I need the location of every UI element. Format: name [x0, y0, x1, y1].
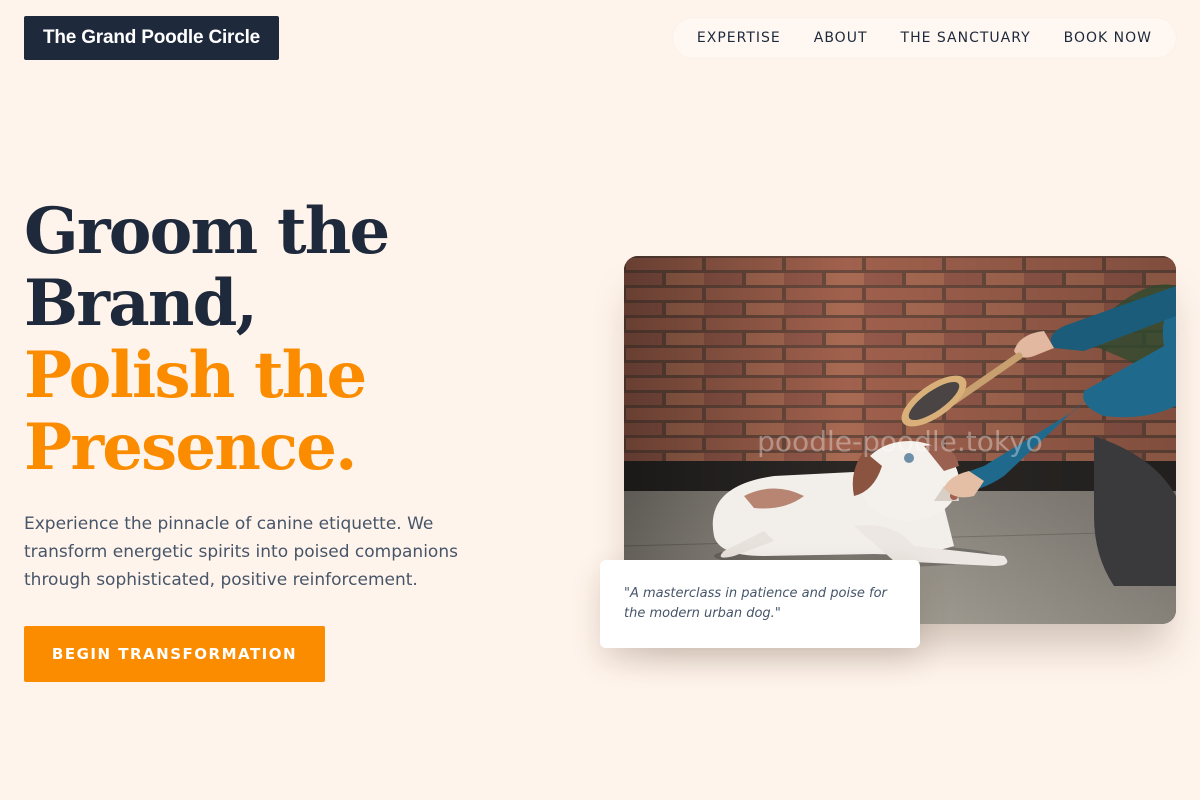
- image-watermark: poodle-poodle.tokyo: [757, 425, 1043, 458]
- hero-description: Experience the pinnacle of canine etique…: [24, 514, 458, 590]
- begin-transformation-button[interactable]: BEGIN TRANSFORMATION: [24, 626, 325, 682]
- headline-line-2: Brand,: [24, 266, 258, 341]
- main-nav: EXPERTISE ABOUT THE SANCTUARY BOOK NOW: [672, 18, 1176, 58]
- nav-book-now[interactable]: BOOK NOW: [1064, 30, 1152, 46]
- testimonial-quote: "A masterclass in patience and poise for…: [624, 586, 887, 621]
- headline-line-4: Presence.: [24, 410, 357, 485]
- headline-line-1: Groom the: [24, 194, 390, 269]
- nav-expertise[interactable]: EXPERTISE: [697, 30, 781, 46]
- headline-line-3: Polish the: [24, 338, 367, 413]
- testimonial-card: "A masterclass in patience and poise for…: [600, 560, 920, 648]
- brand-logo[interactable]: The Grand Poodle Circle: [24, 16, 279, 60]
- nav-sanctuary[interactable]: THE SANCTUARY: [901, 30, 1031, 46]
- nav-about[interactable]: ABOUT: [814, 30, 868, 46]
- hero-headline: Groom the Brand, Polish the Presence.: [24, 194, 390, 485]
